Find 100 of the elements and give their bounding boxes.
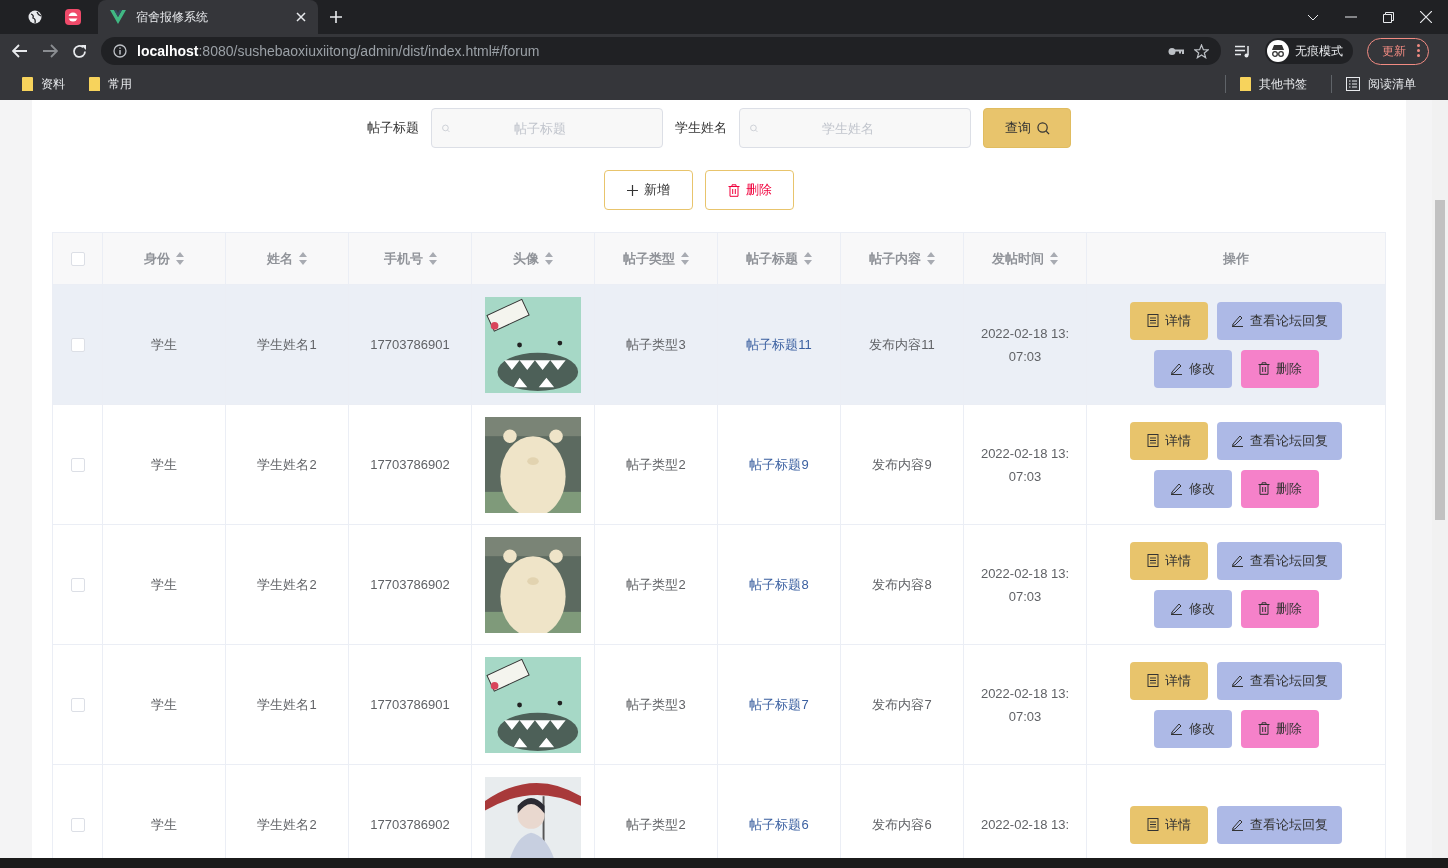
table-cell-text: 2022-02-18 13:07:03: [980, 324, 1070, 366]
pencil-icon: [1170, 602, 1183, 615]
bookmark[interactable]: 资料: [41, 75, 65, 93]
key-icon[interactable]: [1168, 46, 1184, 56]
address-bar[interactable]: localhost:8080/sushebaoxiuxiitong/admin/dist/index.html#/forum: [101, 37, 1221, 65]
table-cell: 学生姓名1: [257, 695, 317, 714]
edit-button[interactable]: 修改: [1153, 469, 1232, 508]
folder-icon: [1240, 77, 1251, 91]
delete-button[interactable]: 删除: [1240, 349, 1319, 388]
trash-icon: [1257, 722, 1270, 735]
sort-icon[interactable]: [681, 252, 689, 265]
sort-icon[interactable]: [927, 252, 935, 265]
checkbox[interactable]: [70, 817, 85, 832]
table-cell: 帖子类型2: [626, 575, 686, 594]
table-cell: 帖子类型3: [626, 695, 686, 714]
table-cell-text: 2022-02-18 13:07:03: [980, 444, 1070, 486]
playlist-icon[interactable]: [1235, 44, 1251, 58]
edit-button[interactable]: 修改: [1153, 349, 1232, 388]
pencil-icon: [1231, 818, 1244, 831]
table-row[interactable]: 学生 学生姓名2 17703786902 帖子类型2 帖子标题8 发布内容8 2022-02-18 13:07:03 详情 查看论坛回复 修改 删除: [53, 525, 1385, 645]
info-icon[interactable]: [113, 44, 127, 58]
table-cell: 学生姓名1: [257, 335, 317, 354]
delete-button[interactable]: 删除: [1240, 709, 1319, 748]
search-button[interactable]: 查询: [983, 108, 1071, 148]
checkbox[interactable]: [70, 251, 85, 266]
detail-button[interactable]: 详情: [1130, 421, 1208, 460]
detail-button[interactable]: 详情: [1130, 301, 1208, 340]
close-icon[interactable]: [296, 12, 306, 22]
incognito-icon: [1267, 40, 1289, 62]
forward-icon[interactable]: [42, 44, 58, 58]
document-icon: [1147, 674, 1159, 687]
pencil-icon: [1231, 674, 1244, 687]
column-header: 头像: [513, 249, 539, 268]
table-row[interactable]: 学生 学生姓名1 17703786901 帖子类型3 帖子标题7 发布内容7 2022-02-18 13:07:03 详情 查看论坛回复 修改 删除: [53, 645, 1385, 765]
back-icon[interactable]: [12, 44, 28, 58]
pencil-icon: [1231, 314, 1244, 327]
column-header: 姓名: [267, 249, 293, 268]
delete-button[interactable]: 删除: [1240, 589, 1319, 628]
table-row[interactable]: 学生 学生姓名2 17703786902 帖子类型2 帖子标题9 发布内容9 2022-02-18 13:07:03 详情 查看论坛回复 修改 删除: [53, 405, 1385, 525]
document-icon: [1147, 554, 1159, 567]
edit-button[interactable]: 修改: [1153, 589, 1232, 628]
reading-list[interactable]: 阅读清单: [1368, 75, 1416, 93]
app-icon[interactable]: [65, 9, 81, 25]
table-cell-text: 2022-02-18 13:07:03: [980, 564, 1070, 606]
list-icon[interactable]: [1346, 77, 1360, 91]
table-cell: 17703786902: [370, 817, 450, 832]
checkbox[interactable]: [70, 457, 85, 472]
reply-button[interactable]: 查看论坛回复: [1217, 661, 1342, 700]
chevron-down-icon[interactable]: [1307, 13, 1319, 21]
sort-icon[interactable]: [428, 252, 437, 265]
table-cell: 学生姓名2: [257, 575, 317, 594]
detail-button[interactable]: 详情: [1130, 661, 1208, 700]
restore-icon[interactable]: [1383, 11, 1394, 23]
add-button[interactable]: 新增: [604, 170, 693, 210]
reply-button[interactable]: 查看论坛回复: [1217, 301, 1342, 340]
checkbox[interactable]: [70, 577, 85, 592]
trash-icon: [1257, 602, 1270, 615]
new-tab-icon[interactable]: [330, 11, 342, 23]
reply-button[interactable]: 查看论坛回复: [1217, 541, 1342, 580]
star-icon[interactable]: [1194, 43, 1209, 59]
table-cell-text: 2022-02-18 13:07:03: [980, 684, 1070, 726]
profile-chip[interactable]: 无痕模式: [1265, 38, 1353, 64]
plus-icon: [627, 184, 638, 196]
sort-icon[interactable]: [1050, 252, 1058, 265]
more-icon[interactable]: [1417, 43, 1420, 57]
pencil-icon: [1170, 722, 1183, 735]
sort-icon[interactable]: [299, 252, 307, 265]
column-header: 发帖时间: [992, 249, 1044, 268]
checkbox[interactable]: [70, 337, 85, 352]
bookmark[interactable]: 其他书签: [1259, 75, 1307, 93]
table-row[interactable]: 学生 学生姓名1 17703786901 帖子类型3 帖子标题11 发布内容11 2022-02-18 13:07:03 详情 查看论坛回复 修改 删除: [53, 285, 1385, 405]
table-cell: 帖子标题8: [749, 575, 809, 594]
folder-icon: [89, 77, 100, 91]
reload-icon[interactable]: [72, 43, 87, 59]
browser-tab[interactable]: 宿舍报修系统: [98, 0, 318, 34]
table-cell: 帖子类型2: [626, 455, 686, 474]
table-cell: 学生: [151, 815, 177, 834]
detail-button[interactable]: 详情: [1130, 805, 1208, 844]
table-cell: 发布内容6: [872, 815, 932, 834]
delete-button[interactable]: 删除: [1240, 469, 1319, 508]
scrollbar-thumb[interactable]: [1435, 200, 1445, 520]
close-icon[interactable]: [1420, 11, 1432, 23]
reply-button[interactable]: 查看论坛回复: [1217, 421, 1342, 460]
reply-button[interactable]: 查看论坛回复: [1217, 805, 1342, 844]
table-cell: 17703786901: [370, 337, 450, 352]
table-cell: 发布内容8: [872, 575, 932, 594]
edit-button[interactable]: 修改: [1153, 709, 1232, 748]
delete-button[interactable]: 删除: [705, 170, 794, 210]
sort-icon[interactable]: [804, 252, 812, 265]
table-cell: 学生姓名2: [257, 455, 317, 474]
document-icon: [1147, 434, 1159, 447]
table-cell: 帖子标题7: [749, 695, 809, 714]
sort-icon[interactable]: [545, 252, 553, 265]
field-label: 帖子标题: [367, 119, 419, 137]
checkbox[interactable]: [70, 697, 85, 712]
sort-icon[interactable]: [176, 252, 184, 265]
globe-icon[interactable]: [28, 10, 42, 24]
detail-button[interactable]: 详情: [1130, 541, 1208, 580]
column-header: 操作: [1223, 249, 1249, 268]
bookmark[interactable]: 常用: [108, 75, 132, 93]
